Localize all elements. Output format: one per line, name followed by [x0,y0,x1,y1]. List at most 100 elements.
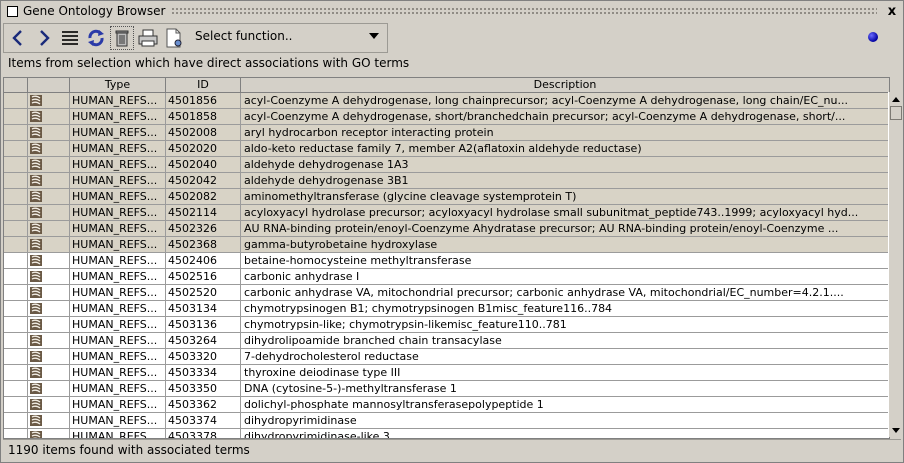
row-id: 4502114 [166,205,241,220]
table-row[interactable]: HUMAN_REFS... 4502326 AU RNA-binding prote… [4,221,889,237]
table-row[interactable]: HUMAN_REFS... 4503134 chymotrypsinogen B1;… [4,301,889,317]
list-button[interactable] [58,26,82,50]
title-bar[interactable]: Gene Ontology Browser x [1,1,903,21]
row-select-cell[interactable] [4,237,28,252]
row-select-cell[interactable] [4,333,28,348]
row-description: 7-dehydrocholesterol reductase [244,350,419,363]
document-button[interactable] [162,26,186,50]
trash-icon [115,30,129,47]
table-row[interactable]: HUMAN_REFS... 4502008 aryl hydrocarbon rec… [4,125,889,141]
column-header-type[interactable]: Type [70,78,166,92]
vertical-scrollbar[interactable] [888,92,903,437]
row-description: gamma-butyrobetaine hydroxylase [244,238,438,251]
row-select-cell[interactable] [4,93,28,108]
row-select-cell[interactable] [4,301,28,316]
row-icon-cell [28,269,70,284]
back-button[interactable] [6,26,30,50]
table-row[interactable]: HUMAN_REFS... 4502114 acyloxyacyl hydrolas… [4,205,889,221]
gene-icon [30,303,42,314]
row-id: 4503136 [166,317,241,332]
table-row[interactable]: HUMAN_REFS... 4502042 aldehyde dehydrogena… [4,173,889,189]
select-function-value: Select function.. [195,29,293,43]
table-row[interactable]: HUMAN_REFS... 4503320 7-dehydrocholesterol… [4,349,889,365]
row-select-cell[interactable] [4,125,28,140]
window-title: Gene Ontology Browser [23,4,166,18]
row-select-cell[interactable] [4,413,28,428]
table-row[interactable]: HUMAN_REFS... 4502520 carbonic anhydrase V… [4,285,889,301]
table-row[interactable]: HUMAN_REFS... 4503378 dihydropyrimidinase-… [4,429,889,438]
row-type: HUMAN_REFS... [70,397,166,412]
row-select-cell[interactable] [4,109,28,124]
gene-icon [30,431,42,438]
table-row[interactable]: HUMAN_REFS... 4503334 thyroxine deiodinase… [4,365,889,381]
row-id: 4502326 [166,221,241,236]
row-description: chymotrypsin-like; chymotrypsin-likemisc… [244,318,567,331]
row-select-cell[interactable] [4,381,28,396]
column-header-icon[interactable] [28,78,70,92]
table-row[interactable]: HUMAN_REFS... 4502040 aldehyde dehydrogena… [4,157,889,173]
chevron-down-icon [369,33,379,39]
row-select-cell[interactable] [4,173,28,188]
print-button[interactable] [136,26,160,50]
row-description: acyloxyacyl hydrolase precursor; acyloxy… [244,206,859,219]
row-icon-cell [28,349,70,364]
table-row[interactable]: HUMAN_REFS... 4502082 aminomethyltransfera… [4,189,889,205]
row-select-cell[interactable] [4,317,28,332]
row-select-cell[interactable] [4,253,28,268]
window-menu-icon[interactable] [7,5,18,17]
gene-icon [30,175,42,186]
table-row[interactable]: HUMAN_REFS... 4501858 acyl-Coenzyme A dehy… [4,109,889,125]
row-id: 4503264 [166,333,241,348]
row-select-cell[interactable] [4,205,28,220]
scroll-thumb[interactable] [890,106,902,120]
table-row[interactable]: HUMAN_REFS... 4503136 chymotrypsin-like; c… [4,317,889,333]
table-row[interactable]: HUMAN_REFS... 4502020 aldo-keto reductase … [4,141,889,157]
row-icon-cell [28,253,70,268]
scroll-up-button[interactable] [889,92,903,106]
row-select-cell[interactable] [4,349,28,364]
row-type: HUMAN_REFS... [70,109,166,124]
arrow-down-icon [892,427,900,433]
row-select-cell[interactable] [4,189,28,204]
close-icon[interactable]: x [885,4,899,19]
row-select-cell[interactable] [4,269,28,284]
row-select-cell[interactable] [4,285,28,300]
row-icon-cell [28,205,70,220]
gene-icon [30,287,42,298]
table-row[interactable]: HUMAN_REFS... 4502368 gamma-butyrobetaine … [4,237,889,253]
gene-icon [30,255,42,266]
table-row[interactable]: HUMAN_REFS... 4501856 acyl-Coenzyme A dehy… [4,93,889,109]
gene-icon [30,159,42,170]
row-type: HUMAN_REFS... [70,429,166,438]
row-select-cell[interactable] [4,157,28,172]
gene-icon [30,207,42,218]
row-id: 4502020 [166,141,241,156]
table-row[interactable]: HUMAN_REFS... 4502406 betaine-homocysteine… [4,253,889,269]
row-select-cell[interactable] [4,397,28,412]
select-function-dropdown[interactable]: Select function.. [195,24,385,48]
refresh-button[interactable] [84,26,108,50]
row-select-cell[interactable] [4,365,28,380]
delete-button[interactable] [110,26,134,50]
row-description: chymotrypsinogen B1; chymotrypsinogen B1… [244,302,613,315]
row-select-cell[interactable] [4,221,28,236]
column-header-description[interactable]: Description [241,78,889,92]
forward-button[interactable] [32,26,56,50]
row-type: HUMAN_REFS... [70,173,166,188]
row-icon-cell [28,189,70,204]
list-icon [62,31,78,45]
table-row[interactable]: HUMAN_REFS... 4503350 DNA (cytosine-5-)-me… [4,381,889,397]
row-icon-cell [28,173,70,188]
column-header-id[interactable]: ID [166,78,241,92]
row-select-cell[interactable] [4,429,28,438]
table-row[interactable]: HUMAN_REFS... 4503264 dihydrolipoamide bra… [4,333,889,349]
scroll-down-button[interactable] [889,423,903,437]
row-select-cell[interactable] [4,141,28,156]
table-row[interactable]: HUMAN_REFS... 4503374 dihydropyrimidinase [4,413,889,429]
table-row[interactable]: HUMAN_REFS... 4503362 dolichyl-phosphate m… [4,397,889,413]
row-description: aryl hydrocarbon receptor interacting pr… [244,126,494,139]
table-row[interactable]: HUMAN_REFS... 4502516 carbonic anhydrase I [4,269,889,285]
gene-icon [30,95,42,106]
column-header-select[interactable] [4,78,28,92]
row-id: 4503378 [166,429,241,438]
